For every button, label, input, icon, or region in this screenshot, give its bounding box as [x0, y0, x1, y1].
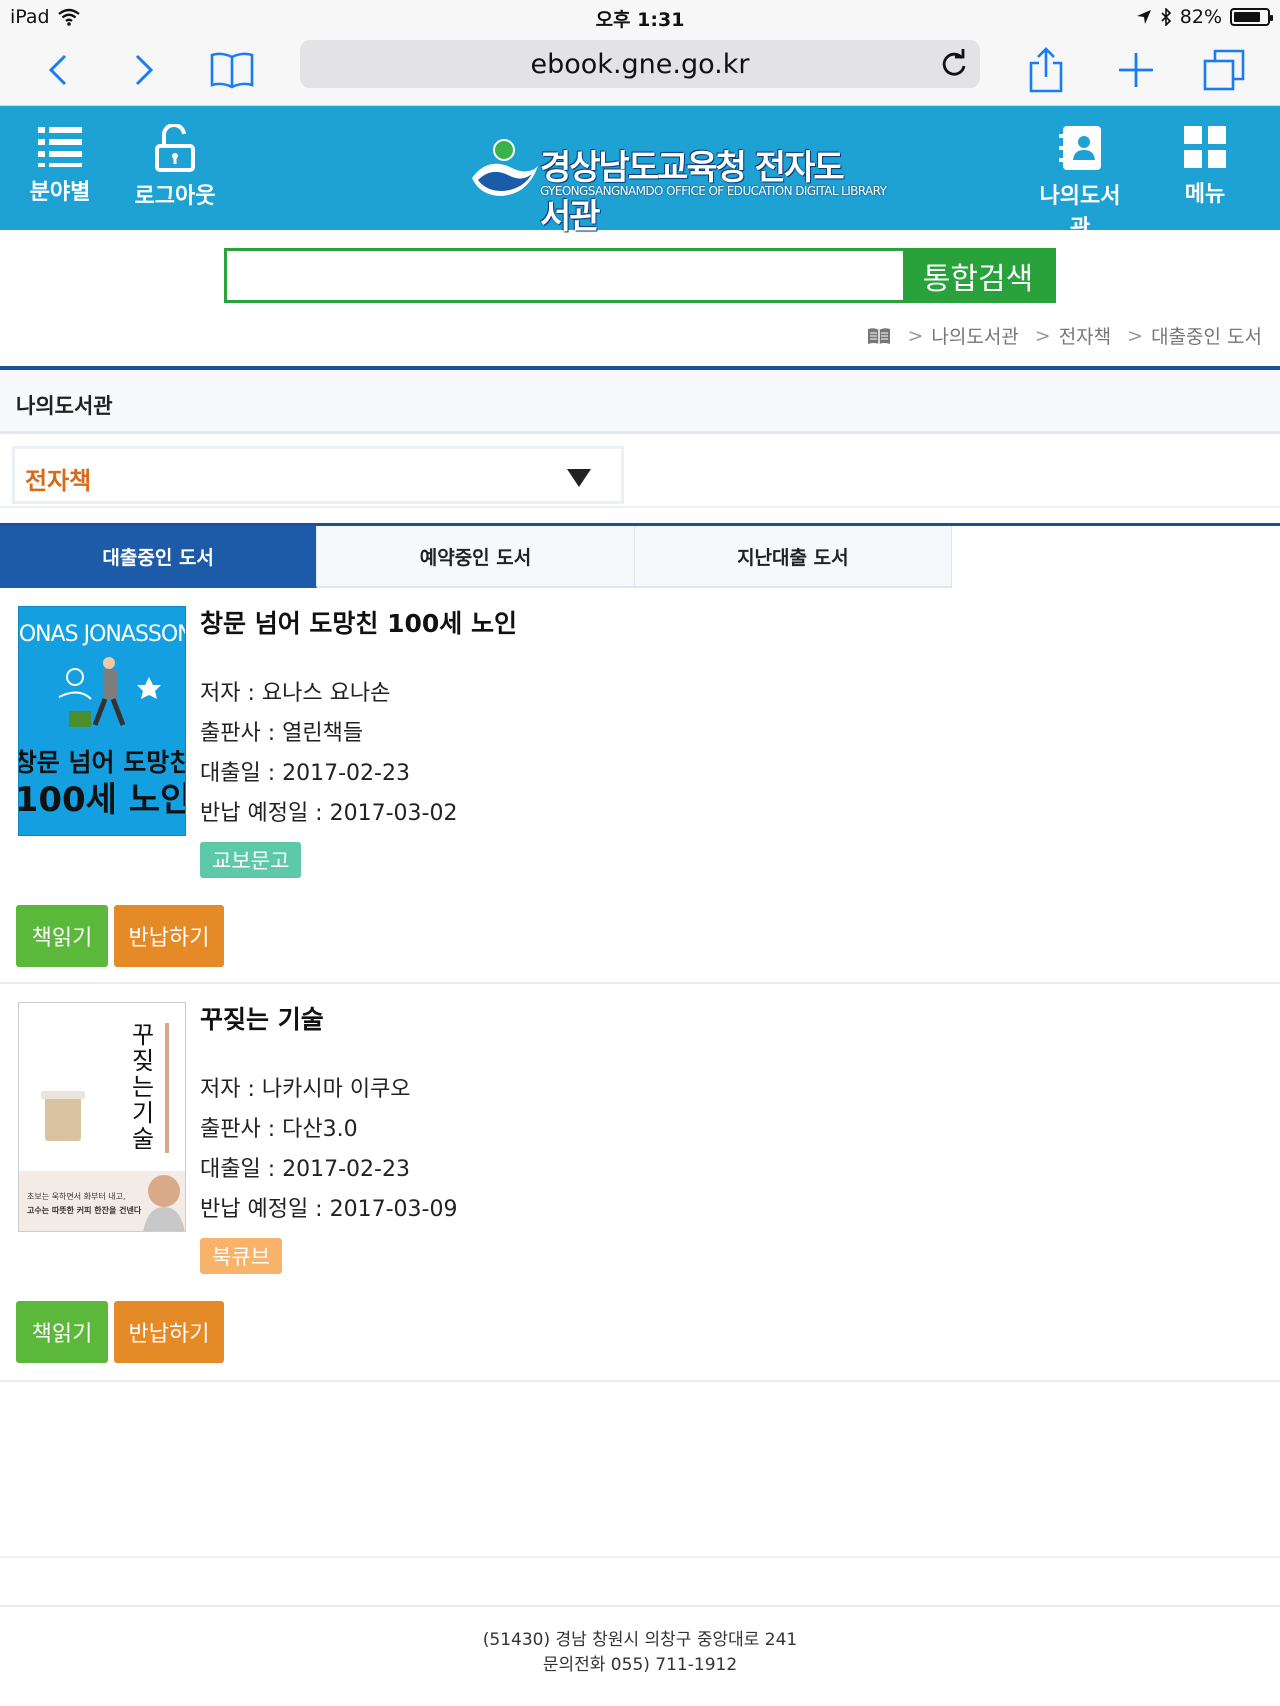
- status-bar: iPad 오후 1:31 82%: [0, 0, 1280, 34]
- divider: [0, 506, 1280, 508]
- provider-badge: 교보문고: [200, 842, 302, 878]
- new-tab-button[interactable]: [1108, 42, 1164, 98]
- breadcrumb-separator: >: [1034, 324, 1051, 347]
- divider: [0, 982, 1280, 984]
- tabs-icon: [1203, 49, 1245, 91]
- loan-tabs: 대출중인 도서 예약중인 도서 지난대출 도서: [0, 526, 952, 588]
- book-author: 저자 : 요나스 요나손: [200, 681, 391, 706]
- book-title[interactable]: 창문 넘어 도망친 100세 노인: [200, 604, 517, 640]
- tab-current-loans[interactable]: 대출중인 도서: [0, 526, 318, 588]
- logout-button[interactable]: 로그아웃: [125, 124, 225, 210]
- svg-text:창문 넘어 도망친: 창문 넘어 도망친: [19, 748, 186, 777]
- return-book-button[interactable]: 반납하기: [114, 1301, 224, 1363]
- vertical-title-char: 꾸: [132, 1021, 154, 1049]
- svg-text:100세 노인: 100세 노인: [19, 780, 186, 820]
- svg-text:고수는 따뜻한 커피 한잔을 건넨다: 고수는 따뜻한 커피 한잔을 건넨다: [27, 1205, 142, 1215]
- footer-address: (51430) 경남 창원시 의창구 중앙대로 241: [482, 1630, 798, 1650]
- grid-icon: [1184, 126, 1226, 168]
- dropdown-arrow-icon: [567, 469, 591, 487]
- list-icon: [38, 127, 82, 167]
- book-cover[interactable]: JONAS JONASSON 창문 넘어 도망친 100세 노인: [18, 606, 186, 836]
- divider: [0, 1380, 1280, 1382]
- section-title: 나의도서관: [0, 370, 1280, 434]
- breadcrumb-item[interactable]: 전자책: [1059, 322, 1111, 349]
- book-due-date: 반납 예정일 : 2017-03-02: [200, 801, 458, 826]
- battery-percent: 82%: [1179, 6, 1222, 28]
- vertical-title: 꾸짖는기술: [132, 1021, 154, 1153]
- book-icon: [868, 327, 891, 344]
- location-arrow-icon: [1136, 10, 1151, 24]
- footer: (51430) 경남 창원시 의창구 중앙대로 241 문의전화 055) 71…: [0, 1628, 1280, 1678]
- site-header: 분야별 로그아웃 경상남도교육청 전자도서관 GYEONGSANGNAMDO O…: [0, 106, 1280, 241]
- clock: 오후 1:31: [595, 9, 685, 31]
- search-bar: 통합검색: [224, 248, 1056, 303]
- logout-label: 로그아웃: [134, 184, 216, 209]
- vertical-title-char: 기: [132, 1099, 154, 1127]
- book-publisher: 출판사 : 열린책들: [200, 721, 364, 746]
- share-button[interactable]: [1018, 42, 1074, 98]
- reload-icon[interactable]: [938, 48, 970, 80]
- breadcrumb-separator: >: [1127, 324, 1144, 347]
- plus-icon: [1119, 53, 1153, 87]
- tab-reservations[interactable]: 예약중인 도서: [317, 526, 635, 588]
- divider: [0, 1556, 1280, 1558]
- book-author: 저자 : 나카시마 이쿠오: [200, 1077, 411, 1102]
- category-select[interactable]: 전자책: [12, 446, 624, 504]
- share-icon: [1029, 47, 1063, 93]
- bluetooth-icon: [1161, 8, 1171, 26]
- browser-toolbar: ebook.gne.go.kr: [0, 34, 1280, 106]
- book-publisher: 출판사 : 다산3.0: [200, 1117, 358, 1142]
- book-cover-image: JONAS JONASSON 창문 넘어 도망친 100세 노인: [19, 607, 186, 835]
- divider: [0, 1605, 1280, 1607]
- back-button[interactable]: [30, 42, 86, 98]
- chevron-right-icon: [135, 54, 154, 86]
- book-loan-date: 대출일 : 2017-02-23: [200, 1157, 410, 1182]
- book-meta: 저자 : 요나스 요나손 출판사 : 열린책들 대출일 : 2017-02-23…: [200, 674, 457, 834]
- category-menu-button[interactable]: 분야별: [10, 124, 110, 206]
- svg-text:JONAS JONASSON: JONAS JONASSON: [19, 622, 186, 647]
- search-button[interactable]: 통합검색: [903, 251, 1053, 300]
- contact-book-icon: [1059, 126, 1101, 170]
- breadcrumb: > 나의도서관 > 전자책 > 대출중인 도서: [867, 322, 1262, 349]
- vertical-title-char: 짖: [132, 1047, 154, 1075]
- book-due-date: 반납 예정일 : 2017-03-09: [200, 1197, 458, 1222]
- battery-icon: [1230, 8, 1273, 26]
- svg-text:초보는 욱하면서 화부터 내고,: 초보는 욱하면서 화부터 내고,: [27, 1191, 126, 1201]
- forward-button[interactable]: [116, 42, 172, 98]
- breadcrumb-separator: >: [907, 324, 924, 347]
- breadcrumb-item[interactable]: 대출중인 도서: [1151, 322, 1262, 349]
- book-cover[interactable]: 꾸짖는기술 초보는 욱하면서 화부터 내고, 고수는 따뜻한 커피 한잔을 건넨…: [18, 1002, 186, 1232]
- url-text: ebook.gne.go.kr: [530, 48, 750, 80]
- category-menu-label: 분야별: [29, 180, 91, 205]
- logo-emblem-icon: [472, 139, 538, 196]
- footer-phone: 문의전화 055) 711-1912: [542, 1655, 738, 1675]
- bookmarks-button[interactable]: [204, 42, 260, 98]
- vertical-title-char: 는: [132, 1073, 154, 1101]
- my-library-label: 나의도서관: [1039, 184, 1121, 241]
- search-input[interactable]: [227, 251, 907, 300]
- unlock-icon: [155, 124, 195, 172]
- book-title[interactable]: 꾸짖는 기술: [200, 1000, 324, 1036]
- category-select-value: 전자책: [25, 467, 92, 495]
- vertical-title-char: 술: [132, 1125, 154, 1153]
- tabs-button[interactable]: [1196, 42, 1252, 98]
- breadcrumb-item[interactable]: 나의도서관: [931, 322, 1018, 349]
- read-book-button[interactable]: 책읽기: [16, 1301, 108, 1363]
- book-cover-image: 꾸짖는기술 초보는 욱하면서 화부터 내고, 고수는 따뜻한 커피 한잔을 건넨…: [19, 1003, 185, 1231]
- book-meta: 저자 : 나카시마 이쿠오 출판사 : 다산3.0 대출일 : 2017-02-…: [200, 1070, 457, 1230]
- tab-past-loans[interactable]: 지난대출 도서: [634, 526, 952, 588]
- menu-button[interactable]: 메뉴: [1155, 124, 1255, 208]
- return-book-button[interactable]: 반납하기: [114, 905, 224, 967]
- my-library-button[interactable]: 나의도서관: [1030, 124, 1130, 242]
- book-open-icon: [210, 52, 254, 89]
- site-logo[interactable]: 경상남도교육청 전자도서관 GYEONGSANGNAMDO OFFICE OF …: [468, 136, 887, 237]
- chevron-left-icon: [48, 54, 67, 86]
- read-book-button[interactable]: 책읽기: [16, 905, 108, 967]
- provider-badge: 북큐브: [200, 1238, 282, 1274]
- book-loan-date: 대출일 : 2017-02-23: [200, 761, 410, 786]
- menu-label: 메뉴: [1184, 182, 1226, 207]
- logo-subtitle: GYEONGSANGNAMDO OFFICE OF EDUCATION DIGI…: [540, 184, 887, 198]
- address-bar[interactable]: ebook.gne.go.kr: [300, 40, 980, 88]
